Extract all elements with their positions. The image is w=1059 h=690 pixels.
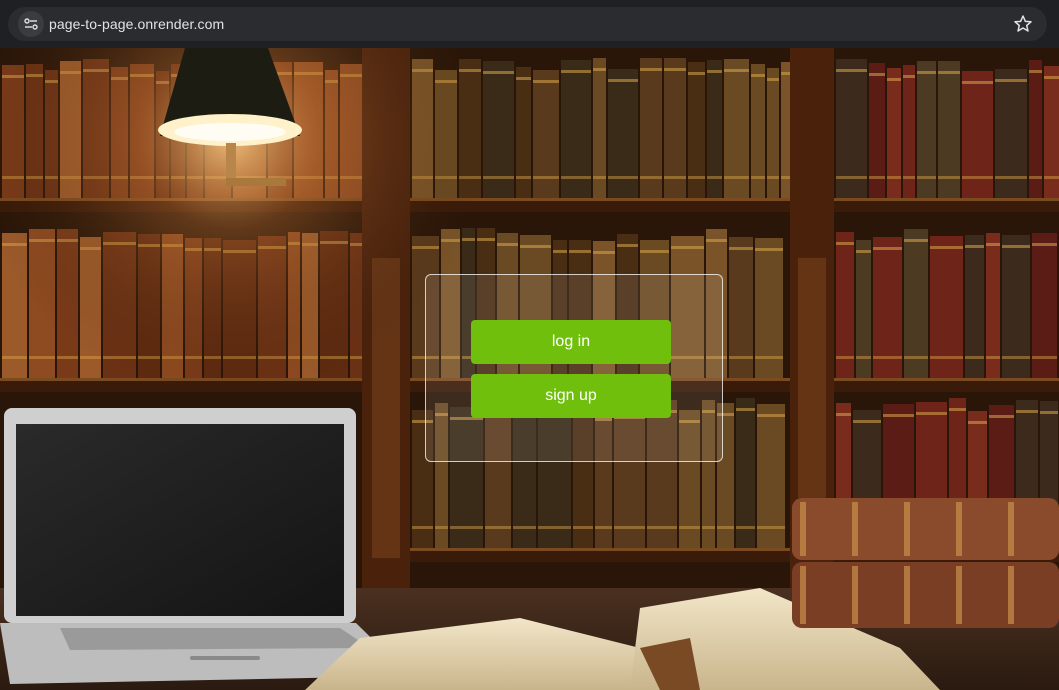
url-text[interactable]: page-to-page.onrender.com [49,16,224,32]
browser-toolbar: page-to-page.onrender.com [0,0,1059,48]
auth-panel: log in sign up [425,274,723,462]
site-info-button[interactable] [18,11,44,37]
login-button[interactable]: log in [471,320,671,364]
page-viewport: log in sign up [0,48,1059,690]
tune-icon [24,18,38,30]
signup-button[interactable]: sign up [471,374,671,418]
star-icon[interactable] [1013,14,1033,34]
address-bar[interactable]: page-to-page.onrender.com [8,7,1047,41]
